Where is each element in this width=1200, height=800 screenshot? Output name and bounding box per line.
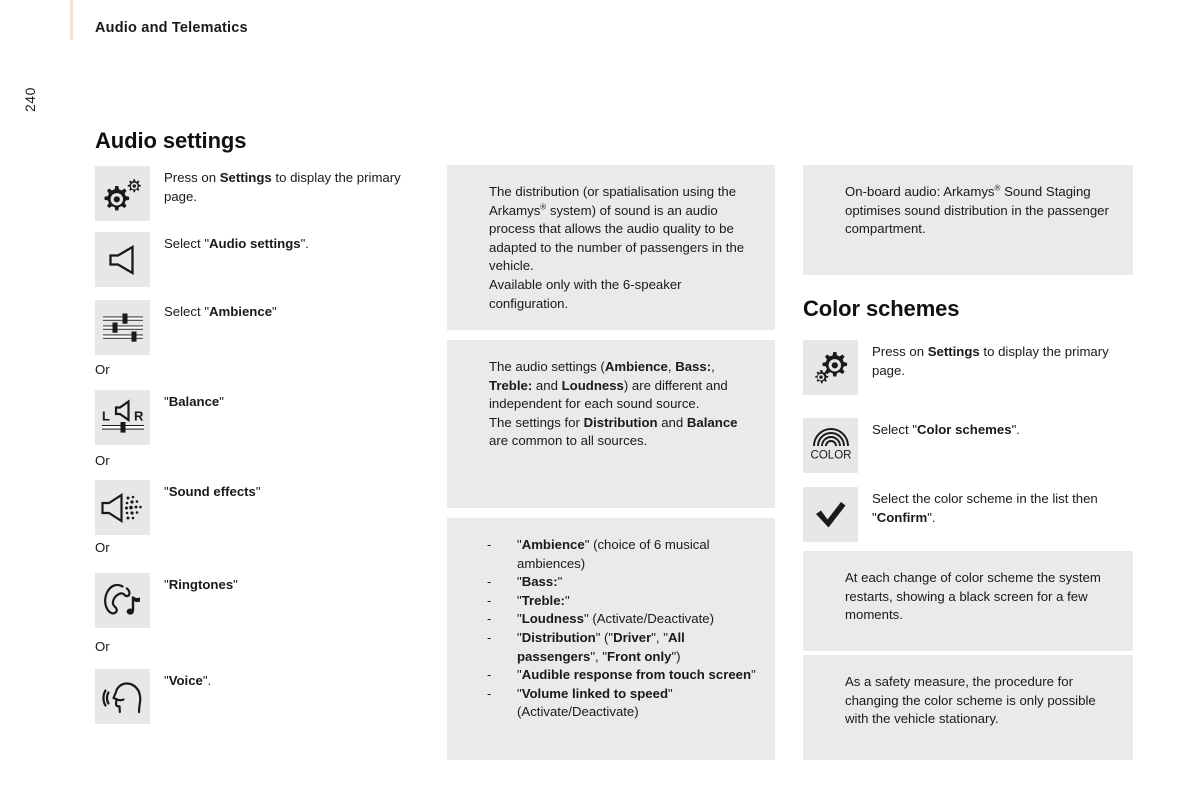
- step-text-balance: "Balance": [164, 394, 224, 409]
- list-item: - "Distribution" ("Driver", "All passenge…: [487, 629, 759, 666]
- warning-exclamation-icon: [463, 536, 487, 538]
- step-text-audio-settings: Select "Audio settings".: [164, 236, 309, 251]
- page-title: Audio and Telematics: [95, 20, 248, 36]
- warning-exclamation-icon: [819, 673, 843, 675]
- step-text-confirm: Select the color scheme in the list then…: [872, 491, 1098, 525]
- list-item-text: "Distribution" ("Driver", "All passenger…: [517, 629, 685, 664]
- balance-lr-icon[interactable]: L R: [95, 390, 150, 445]
- page-number: 240: [22, 87, 38, 112]
- callout-audio-settings-text: The audio settings (Ambience, Bass:, Tre…: [489, 359, 738, 449]
- settings-gears-icon[interactable]: [95, 166, 150, 221]
- warning-exclamation-icon: [463, 358, 487, 360]
- list-dash: -: [487, 667, 492, 683]
- step-row-sound-effects: "Sound effects": [95, 480, 415, 535]
- step-row-settings: Press on Settings to display the primary…: [95, 166, 415, 221]
- list-dash: -: [487, 592, 492, 608]
- list-dash: -: [487, 574, 492, 590]
- or-label-2: Or: [95, 453, 110, 468]
- warning-exclamation-icon: [463, 183, 487, 185]
- step-text-cs-settings: Press on Settings to display the primary…: [872, 344, 1109, 378]
- step-text-voice: "Voice".: [164, 673, 212, 688]
- step-text-settings: Press on Settings to display the primary…: [164, 170, 401, 204]
- color-icon-label: COLOR: [810, 449, 851, 461]
- list-item: - "Treble:": [487, 592, 759, 611]
- voice-icon[interactable]: [95, 669, 150, 724]
- list-item: - "Loudness" (Activate/Deactivate): [487, 610, 759, 629]
- settings-gears-icon[interactable]: [803, 340, 858, 395]
- callout-onboard-audio-text: On-board audio: Arkamys® Sound Staging o…: [845, 183, 1109, 237]
- list-item: - "Volume linked to speed" (Activate/Deac…: [487, 685, 759, 722]
- step-row-voice: "Voice".: [95, 669, 415, 724]
- list-item-text: "Bass:": [517, 574, 563, 590]
- list-item-text: "Volume linked to speed" (Activate/Deact…: [517, 685, 673, 720]
- callout-distribution-warning: The distribution (or spatialisation usin…: [447, 165, 775, 330]
- list-dash: -: [487, 685, 492, 701]
- info-icon: [819, 183, 843, 185]
- callout-settings-list-warning: - "Ambience" (choice of 6 musical ambienc…: [447, 518, 775, 760]
- step-text-ambience: Select "Ambience": [164, 304, 277, 319]
- step-text-color-schemes: Select "Color schemes".: [872, 422, 1020, 437]
- step-row-balance: L R "Balance": [95, 390, 415, 445]
- speaker-icon[interactable]: [95, 232, 150, 287]
- list-item: - "Ambience" (choice of 6 musical ambienc…: [487, 536, 759, 573]
- svg-text:L: L: [102, 408, 110, 423]
- list-dash: -: [487, 537, 492, 552]
- checkmark-icon[interactable]: [803, 487, 858, 542]
- callout-audio-settings-warning: The audio settings (Ambience, Bass:, Tre…: [447, 340, 775, 508]
- step-row-color-schemes: COLOR Select "Color schemes".: [803, 418, 1133, 473]
- ringtones-icon[interactable]: [95, 573, 150, 628]
- section-heading-color-schemes: Color schemes: [803, 296, 960, 321]
- callout-restart-text: At each change of color scheme the syste…: [845, 570, 1101, 623]
- header-accent-rule: [70, 0, 73, 40]
- step-row-audio-settings: Select "Audio settings".: [95, 232, 415, 287]
- equalizer-sliders-icon[interactable]: [95, 300, 150, 355]
- section-heading-audio-settings: Audio settings: [95, 128, 247, 153]
- or-label-3: Or: [95, 540, 110, 555]
- list-dash: -: [487, 629, 492, 645]
- step-row-cs-settings: Press on Settings to display the primary…: [803, 340, 1133, 395]
- list-item: - "Audible response from touch screen": [487, 666, 759, 685]
- settings-option-list: - "Ambience" (choice of 6 musical ambienc…: [487, 536, 759, 722]
- step-row-confirm: Select the color scheme in the list then…: [803, 487, 1133, 542]
- callout-restart-info: At each change of color scheme the syste…: [803, 551, 1133, 651]
- list-item: - "Bass:": [487, 573, 759, 592]
- callout-onboard-audio-info: On-board audio: Arkamys® Sound Staging o…: [803, 165, 1133, 275]
- step-text-sound-effects: "Sound effects": [164, 484, 261, 499]
- list-item-text: "Audible response from touch screen": [517, 667, 756, 683]
- step-row-ambience: Select "Ambience": [95, 300, 415, 355]
- callout-safety-warning: As a safety measure, the procedure for c…: [803, 655, 1133, 760]
- step-row-ringtones: "Ringtones": [95, 573, 415, 628]
- color-rainbow-icon[interactable]: COLOR: [803, 418, 858, 473]
- list-item-text: "Treble:": [517, 592, 570, 608]
- step-text-ringtones: "Ringtones": [164, 577, 238, 592]
- list-dash: -: [487, 611, 492, 627]
- info-icon: [819, 569, 843, 571]
- or-label-4: Or: [95, 639, 110, 654]
- list-item-text: "Loudness" (Activate/Deactivate): [517, 611, 714, 627]
- list-item-text: "Ambience" (choice of 6 musical ambience…: [517, 537, 710, 571]
- svg-text:R: R: [134, 408, 144, 423]
- callout-distribution-text: The distribution (or spatialisation usin…: [489, 184, 745, 311]
- or-label-1: Or: [95, 362, 110, 377]
- sound-effects-icon[interactable]: [95, 480, 150, 535]
- callout-safety-text: As a safety measure, the procedure for c…: [845, 674, 1096, 727]
